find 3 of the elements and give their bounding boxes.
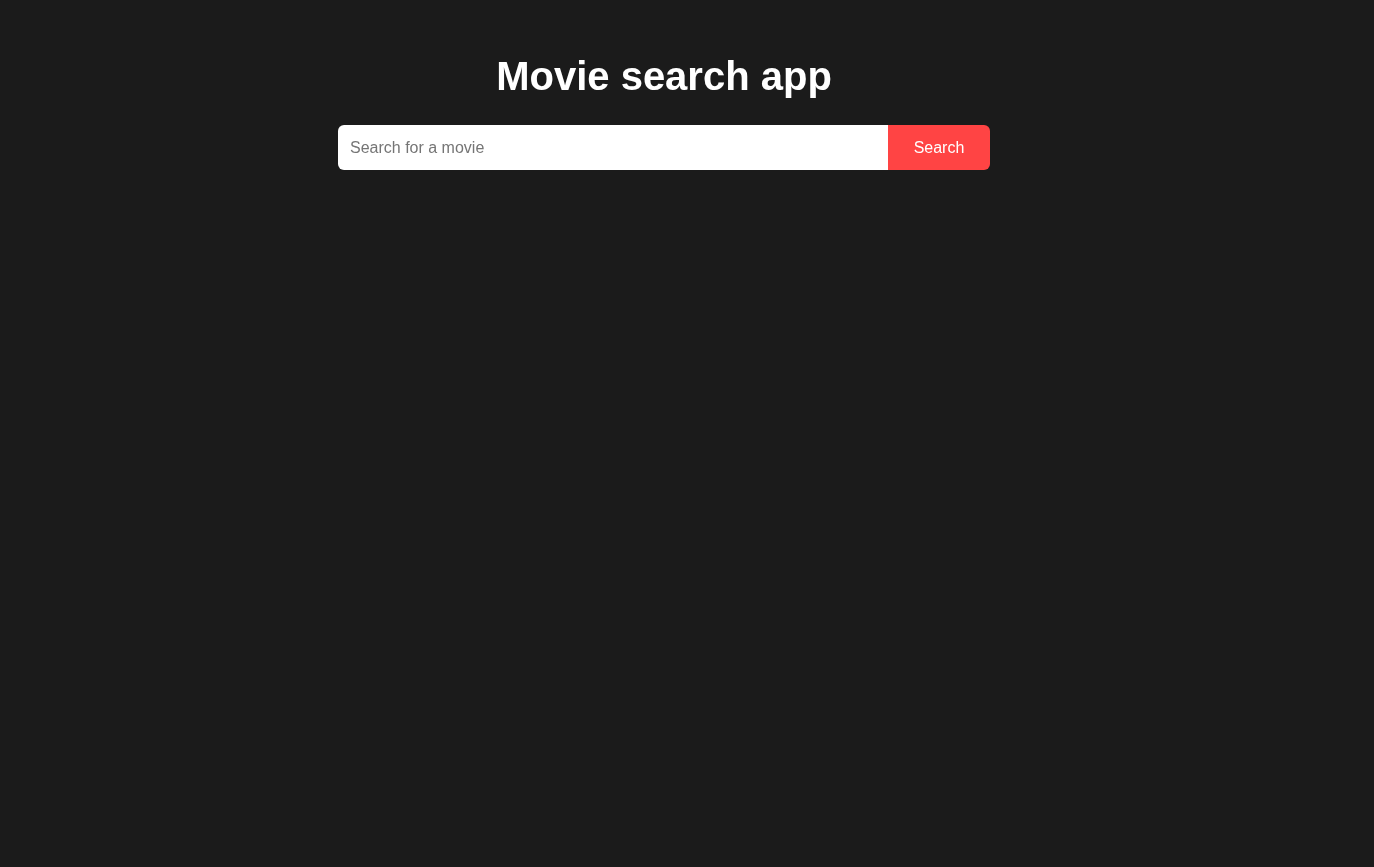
search-button[interactable]: Search [888,125,990,170]
app-title: Movie search app [496,53,832,100]
search-field[interactable]: Search for a movie [338,125,888,170]
